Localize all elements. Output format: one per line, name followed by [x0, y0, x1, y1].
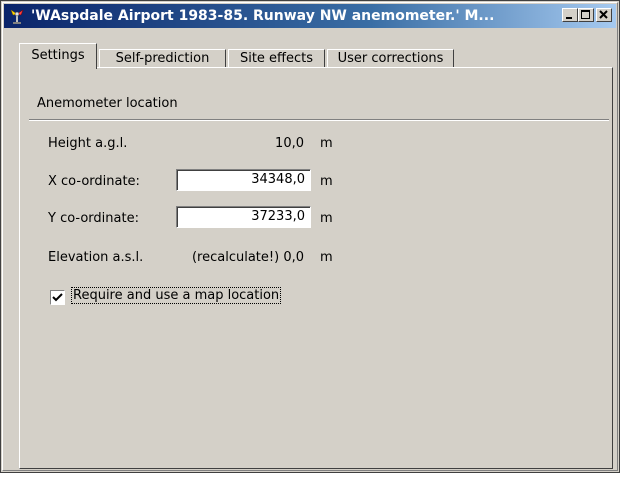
- tab-label: User corrections: [337, 51, 444, 66]
- elevation-value: (recalculate!) 0,0: [191, 250, 304, 265]
- x-coordinate-unit: m: [320, 174, 333, 189]
- group-title-anemometer-location: Anemometer location: [37, 96, 178, 111]
- group-divider: [29, 119, 609, 121]
- y-coordinate-label: Y co-ordinate:: [48, 211, 139, 226]
- tab-label: Settings: [31, 48, 85, 63]
- title-bar[interactable]: 'WAspdale Airport 1983-85. Runway NW ane…: [4, 4, 616, 28]
- map-location-label[interactable]: Require and use a map location: [70, 287, 282, 304]
- minimize-icon: [566, 17, 572, 19]
- x-coordinate-value: 34348,0: [251, 172, 305, 187]
- height-label: Height a.g.l.: [48, 136, 128, 151]
- tab-user-corrections[interactable]: User corrections: [327, 49, 454, 68]
- height-value: 10,0: [275, 136, 304, 151]
- map-location-checkbox[interactable]: [50, 290, 65, 305]
- settings-tab-panel: [19, 67, 613, 469]
- y-coordinate-value: 37233,0: [251, 209, 305, 224]
- tab-site-effects[interactable]: Site effects: [228, 49, 325, 68]
- maximize-button[interactable]: [578, 8, 594, 22]
- anemometer-app-icon[interactable]: [9, 8, 25, 24]
- elevation-label: Elevation a.s.l.: [48, 250, 144, 265]
- checkmark-icon: [52, 293, 63, 302]
- application-window: 'WAspdale Airport 1983-85. Runway NW ane…: [0, 0, 620, 473]
- x-coordinate-label: X co-ordinate:: [48, 174, 140, 189]
- close-icon: [599, 10, 608, 19]
- tab-label: Site effects: [239, 51, 314, 66]
- window-title: 'WAspdale Airport 1983-85. Runway NW ane…: [31, 8, 495, 24]
- close-button[interactable]: [596, 8, 612, 22]
- elevation-unit: m: [320, 250, 333, 265]
- minimize-button[interactable]: [562, 8, 578, 22]
- height-unit: m: [320, 136, 333, 151]
- tab-settings[interactable]: Settings: [19, 43, 97, 69]
- y-coordinate-unit: m: [320, 211, 333, 226]
- x-coordinate-field[interactable]: 34348,0: [176, 169, 311, 191]
- y-coordinate-field[interactable]: 37233,0: [176, 206, 311, 228]
- tab-self-prediction[interactable]: Self-prediction: [99, 49, 226, 68]
- maximize-icon: [581, 10, 590, 19]
- tab-label: Self-prediction: [115, 51, 210, 66]
